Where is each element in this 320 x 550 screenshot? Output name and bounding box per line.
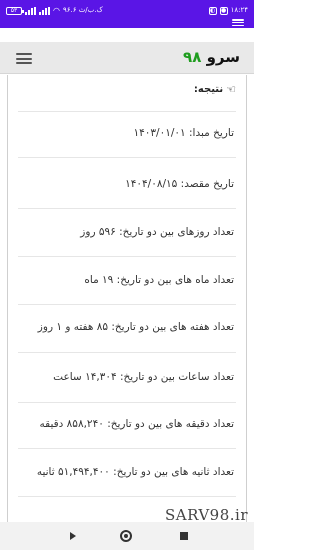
status-bar: ۵۳ ◠ ۹۶.۶ ک.ب/ث ◐ ● ۱۸:۲۴ [0,0,254,28]
result-title: ☜ نتیجه: [194,83,236,96]
status-right: ◐ ● ۱۸:۲۴ [208,6,248,15]
status-left: ۵۳ ◠ ۹۶.۶ ک.ب/ث [6,6,103,15]
result-row-hours: تعداد ساعات بین دو تاریخ: ۱۴,۳۰۴ ساعت [53,371,234,383]
notification-icon: ◐ [208,6,217,15]
result-row-weeks: تعداد هفته های بین دو تاریخ: ۸۵ هفته و ۱… [37,321,234,333]
hamburger-menu-icon[interactable] [16,53,32,64]
site-logo[interactable]: سرو ۹۸ [183,48,240,66]
signal-icon-2 [39,6,50,15]
logo-text: سرو [206,48,240,66]
battery-icon: ۵۳ [6,6,24,15]
result-card: ☜ نتیجه: تاریخ مبدا: ۱۴۰۳/۰۱/۰۱ تاریخ مق… [7,75,247,525]
overflow-menu-icon[interactable] [232,19,244,26]
divider [18,352,236,353]
back-icon[interactable] [70,532,76,540]
logo-number: ۹۸ [183,48,202,66]
site-header: سرو ۹۸ [0,42,254,74]
result-row-start-date: تاریخ مبدا: ۱۴۰۳/۰۱/۰۱ [133,127,234,139]
divider [18,256,236,257]
result-row-days: تعداد روزهای بین دو تاریخ: ۵۹۶ روز [80,226,234,238]
divider [18,208,236,209]
result-row-months: تعداد ماه های بین دو تاریخ: ۱۹ ماه [84,274,234,286]
result-row-seconds: تعداد ثانیه های بین دو تاریخ: ۵۱,۴۹۴,۴۰۰… [36,466,234,478]
result-title-label: نتیجه: [193,84,224,95]
signal-icon [25,6,36,15]
divider [18,496,236,497]
divider [18,402,236,403]
divider [18,111,236,112]
clock: ۱۸:۲۴ [230,6,248,14]
result-row-minutes: تعداد دقیقه های بین دو تاریخ: ۸۵۸,۲۴۰ دق… [39,418,234,430]
divider [18,448,236,449]
result-row-end-date: تاریخ مقصد: ۱۴۰۴/۰۸/۱۵ [125,178,234,190]
wifi-icon: ◠ [53,6,60,15]
network-speed: ۹۶.۶ ک.ب/ث [62,6,103,14]
divider [18,304,236,305]
divider [18,157,236,158]
pointing-hand-icon: ☜ [226,83,236,96]
home-icon[interactable] [120,530,132,542]
battery-level: ۵۳ [10,6,18,14]
notification-icon-2: ● [219,6,228,15]
system-nav-bar [0,522,254,550]
recent-apps-icon[interactable] [180,532,188,540]
